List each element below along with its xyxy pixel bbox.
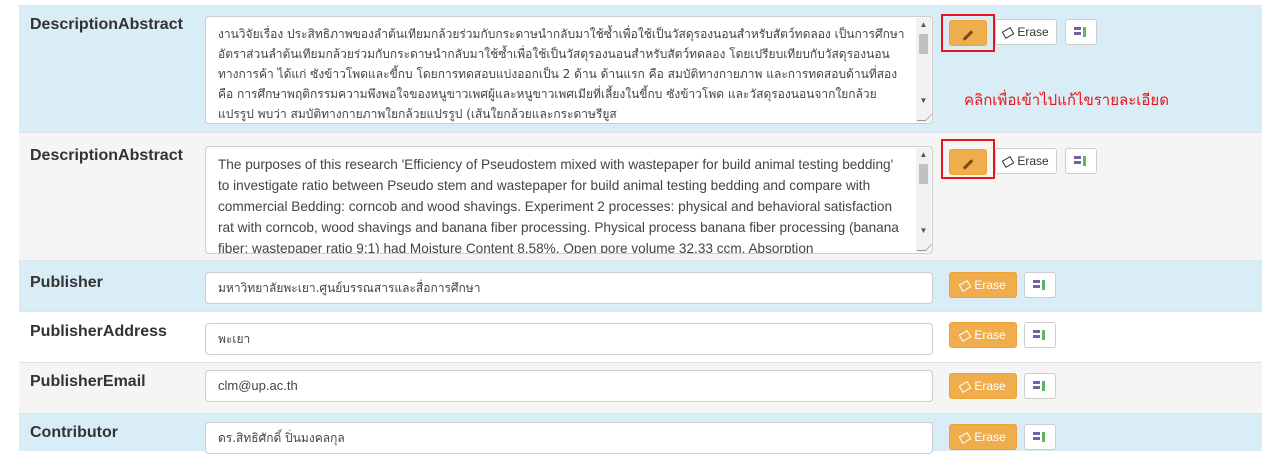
field-label: DescriptionAbstract: [30, 147, 183, 164]
annotation-note: คลิกเพื่อเข้าไปแก้ไขรายละเอียด: [964, 91, 1169, 109]
scroll-thumb[interactable]: [919, 164, 928, 184]
erase-label: Erase: [974, 379, 1006, 393]
textarea-text: The purposes of this research 'Efficienc…: [218, 157, 899, 254]
erase-button[interactable]: Erase: [949, 272, 1017, 298]
split-button[interactable]: [1065, 19, 1097, 45]
split-icon: [1033, 379, 1047, 393]
split-button[interactable]: [1065, 148, 1097, 174]
highlight-box: [941, 14, 995, 52]
scroll-up-icon[interactable]: ▲: [916, 18, 931, 32]
split-icon: [1033, 328, 1047, 342]
eraser-icon: [958, 432, 972, 444]
erase-button[interactable]: Erase: [995, 148, 1057, 174]
erase-label: Erase: [974, 278, 1006, 292]
split-icon: [1033, 278, 1047, 292]
field-label: PublisherEmail: [30, 373, 146, 390]
split-button[interactable]: [1024, 424, 1056, 450]
eraser-icon: [1001, 156, 1015, 168]
publisher-input[interactable]: มหาวิทยาลัยพะเยา.ศูนย์บรรณสารและสื่อการศ…: [205, 272, 933, 304]
scroll-thumb[interactable]: [919, 34, 928, 54]
erase-label: Erase: [974, 328, 1006, 342]
eraser-icon: [958, 381, 972, 393]
publisher-email-input[interactable]: clm@up.ac.th: [205, 370, 933, 402]
erase-label: Erase: [1017, 154, 1049, 168]
erase-button[interactable]: Erase: [949, 322, 1017, 348]
field-label: Contributor: [30, 424, 118, 441]
contributor-input[interactable]: ดร.สิทธิศักดิ์ ปิ่นมงคลกุล: [205, 422, 933, 454]
split-button[interactable]: [1024, 322, 1056, 348]
field-row-publisher-email: PublisherEmail clm@up.ac.th Erase: [19, 362, 1262, 414]
split-button[interactable]: [1024, 373, 1056, 399]
erase-button[interactable]: Erase: [949, 424, 1017, 450]
field-row-description-abstract-en: DescriptionAbstract The purposes of this…: [19, 132, 1262, 261]
field-row-publisher-address: PublisherAddress พะเยา Erase: [19, 311, 1262, 363]
textarea-scrollbar[interactable]: ▲ ▼: [916, 18, 931, 122]
highlight-box: [941, 139, 995, 179]
publisher-address-input[interactable]: พะเยา: [205, 323, 933, 355]
erase-button[interactable]: Erase: [949, 373, 1017, 399]
field-row-description-abstract-th: DescriptionAbstract งานวิจัยเรื่อง ประสิ…: [19, 5, 1262, 133]
split-icon: [1074, 154, 1088, 168]
split-icon: [1033, 430, 1047, 444]
split-icon: [1074, 25, 1088, 39]
erase-button[interactable]: Erase: [995, 19, 1057, 45]
erase-label: Erase: [974, 430, 1006, 444]
field-label: PublisherAddress: [30, 323, 167, 340]
description-abstract-en-textarea[interactable]: The purposes of this research 'Efficienc…: [205, 146, 933, 254]
split-button[interactable]: [1024, 272, 1056, 298]
eraser-icon: [1001, 27, 1015, 39]
scroll-down-icon[interactable]: ▼: [916, 94, 931, 108]
field-label: Publisher: [30, 274, 103, 291]
textarea-scrollbar[interactable]: ▲ ▼: [916, 148, 931, 252]
eraser-icon: [958, 330, 972, 342]
erase-label: Erase: [1017, 25, 1049, 39]
eraser-icon: [958, 280, 972, 292]
field-row-publisher: Publisher มหาวิทยาลัยพะเยา.ศูนย์บรรณสารแ…: [19, 260, 1262, 312]
textarea-text: งานวิจัยเรื่อง ประสิทธิภาพของลำต้นเทียมก…: [218, 27, 905, 121]
description-abstract-th-textarea[interactable]: งานวิจัยเรื่อง ประสิทธิภาพของลำต้นเทียมก…: [205, 16, 933, 124]
field-row-contributor: Contributor ดร.สิทธิศักดิ์ ปิ่นมงคลกุล E…: [19, 413, 1262, 454]
scroll-down-icon[interactable]: ▼: [916, 224, 931, 238]
scroll-up-icon[interactable]: ▲: [916, 148, 931, 162]
field-label: DescriptionAbstract: [30, 16, 183, 33]
